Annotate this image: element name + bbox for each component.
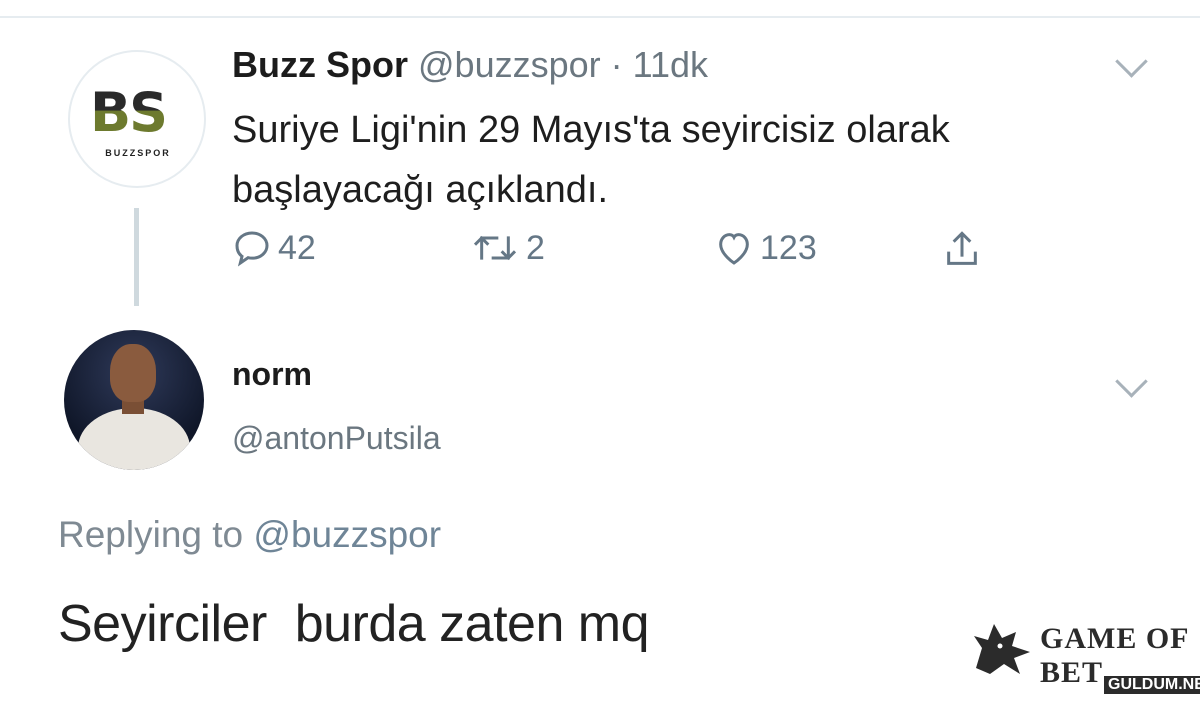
reply-text: Seyirciler burda zaten mq	[58, 595, 650, 653]
chevron-down-icon[interactable]	[1115, 365, 1148, 398]
watermark-subtitle: GULDUM.NET	[1104, 676, 1200, 694]
like-button[interactable]: 123	[714, 228, 817, 268]
reply-author-handle[interactable]: @antonPutsila	[232, 420, 441, 457]
header-separator: ·	[600, 44, 633, 85]
tweet-time[interactable]: 11dk	[633, 44, 708, 85]
replying-to: Replying to @buzzspor	[58, 514, 441, 556]
like-count: 123	[760, 228, 817, 267]
thread-line	[134, 208, 139, 306]
share-icon	[947, 231, 977, 265]
reply-icon	[235, 231, 269, 267]
share-button[interactable]	[942, 228, 982, 272]
reply-button[interactable]: 42	[232, 228, 316, 268]
bs-logo-subtitle: BUZZSPOR	[105, 148, 171, 158]
avatar-head	[110, 344, 156, 402]
bs-logo-mark: BS	[90, 81, 168, 144]
reply-count: 42	[278, 228, 316, 267]
retweet-button[interactable]: 2	[470, 228, 545, 268]
reply-author-name[interactable]: norm	[232, 356, 312, 393]
retweet-icon	[473, 235, 517, 261]
top-divider	[0, 0, 1200, 18]
avatar-shirt	[78, 408, 190, 470]
buzzspor-avatar[interactable]: BS BUZZSPOR	[68, 50, 206, 188]
watermark: GAME OF BET GULDUM.NET	[970, 612, 1200, 706]
norm-avatar[interactable]	[64, 330, 204, 470]
author-handle[interactable]: @buzzspor	[418, 44, 601, 85]
replying-prefix: Replying to	[58, 514, 254, 555]
tweet-header: Buzz Spor @buzzspor · 11dk	[232, 44, 708, 86]
retweet-count: 2	[526, 228, 545, 267]
wolf-logo-icon	[974, 624, 1030, 674]
author-name[interactable]: Buzz Spor	[232, 44, 408, 85]
tweet-text: Suriye Ligi'nin 29 Mayıs'ta seyircisiz o…	[232, 109, 950, 211]
heart-icon	[719, 233, 749, 265]
replying-to-handle[interactable]: @buzzspor	[253, 514, 441, 555]
tweet-actions: 42 2 123	[232, 228, 1022, 274]
chevron-down-icon[interactable]	[1115, 45, 1148, 78]
